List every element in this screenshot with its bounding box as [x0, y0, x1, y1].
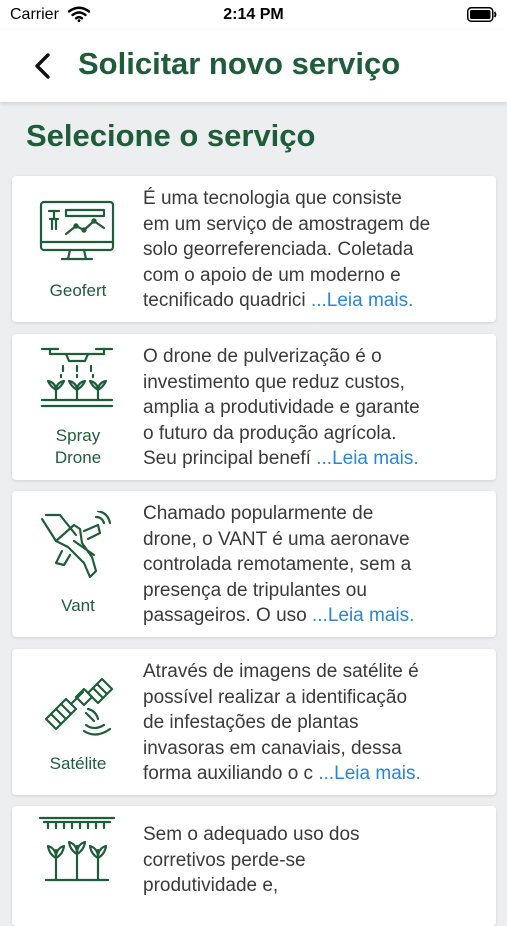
- drone-spraying-icon: [36, 344, 118, 414]
- satellite-icon: [36, 669, 118, 739]
- service-card-geofert[interactable]: Geofert É uma tecnologia que consiste em…: [12, 176, 496, 322]
- description-line: presença de tripulantes ou: [143, 579, 367, 601]
- description-line: tecnificado quadrici ...Leia mais.: [143, 290, 414, 311]
- service-label: Spray Drone: [54, 426, 102, 467]
- navigation-bar: Solicitar novo serviço: [0, 30, 507, 102]
- chevron-left-icon: [35, 53, 50, 79]
- service-label: Geofert: [49, 281, 107, 300]
- read-more-link[interactable]: ...Leia mais.: [316, 448, 418, 469]
- greenhouse-plants-icon: [36, 814, 118, 884]
- service-card-satelite[interactable]: Satélite Através de imagens de satélite …: [12, 649, 496, 795]
- read-more-link[interactable]: ...Leia mais.: [312, 605, 414, 626]
- description-line: investimento que reduz custos,: [143, 371, 405, 393]
- description-line: com o apoio de um moderno e: [143, 264, 401, 286]
- description-line: É uma tecnologia que consiste: [143, 188, 402, 209]
- description-line: forma auxiliando o c ...Leia mais.: [143, 763, 421, 784]
- service-description: Através de imagens de satélite é possíve…: [143, 659, 489, 787]
- service-card-spray-drone[interactable]: Spray Drone O drone de pulverização é o …: [12, 334, 496, 480]
- back-button[interactable]: [22, 46, 62, 86]
- description-line: Chamado popularmente de: [143, 503, 374, 524]
- description-line: O drone de pulverização é o: [143, 346, 382, 367]
- page-title: Solicitar novo serviço: [78, 46, 401, 81]
- service-card-corretivos[interactable]: Sem o adequado uso dos corretivos perde-…: [12, 806, 496, 926]
- description-line: possível realizar a identificação: [143, 686, 408, 708]
- description-line: produtividade e,: [143, 875, 279, 896]
- read-more-link[interactable]: ...Leia mais.: [311, 290, 413, 311]
- airplane-icon: [36, 509, 118, 581]
- status-bar: Carrier 2:14 PM: [0, 0, 507, 30]
- service-label: Satélite: [49, 754, 107, 773]
- description-line: Seu principal benefí ...Leia mais.: [143, 448, 419, 469]
- description-line: o futuro da produção agrícola.: [143, 422, 397, 444]
- service-description: É uma tecnologia que consiste em um serv…: [143, 186, 489, 314]
- service-label: Vant: [61, 596, 95, 615]
- service-description: O drone de pulverização é o investimento…: [143, 344, 489, 472]
- description-line: de infestações de plantas: [143, 712, 359, 733]
- status-time: 2:14 PM: [223, 6, 284, 23]
- description-line: invasoras em canaviais, dessa: [143, 737, 402, 759]
- service-description: Sem o adequado uso dos corretivos perde-…: [143, 822, 489, 899]
- description-line: drone, o VANT é uma aeronave: [143, 528, 410, 550]
- service-card-vant[interactable]: Vant Chamado popularmente de drone, o VA…: [12, 491, 496, 637]
- description-line: Através de imagens de satélite é: [143, 661, 419, 682]
- description-line: amplia a produtividade e garante: [143, 397, 420, 418]
- description-line: controlada remotamente, sem a: [143, 554, 412, 575]
- description-line: Sem o adequado uso dos: [143, 824, 360, 845]
- description-line: em um serviço de amostragem de: [143, 213, 431, 235]
- battery-icon: [467, 7, 497, 22]
- description-line: passageiros. O uso ...Leia mais.: [143, 605, 415, 626]
- section-title: Selecione o serviço: [26, 118, 316, 153]
- description-line: corretivos perde-se: [143, 849, 306, 871]
- description-line: solo georreferenciada. Coletada: [143, 239, 414, 260]
- monitor-chart-icon: [36, 196, 118, 266]
- read-more-link[interactable]: ...Leia mais.: [318, 763, 420, 784]
- service-description: Chamado popularmente de drone, o VANT é …: [143, 501, 489, 629]
